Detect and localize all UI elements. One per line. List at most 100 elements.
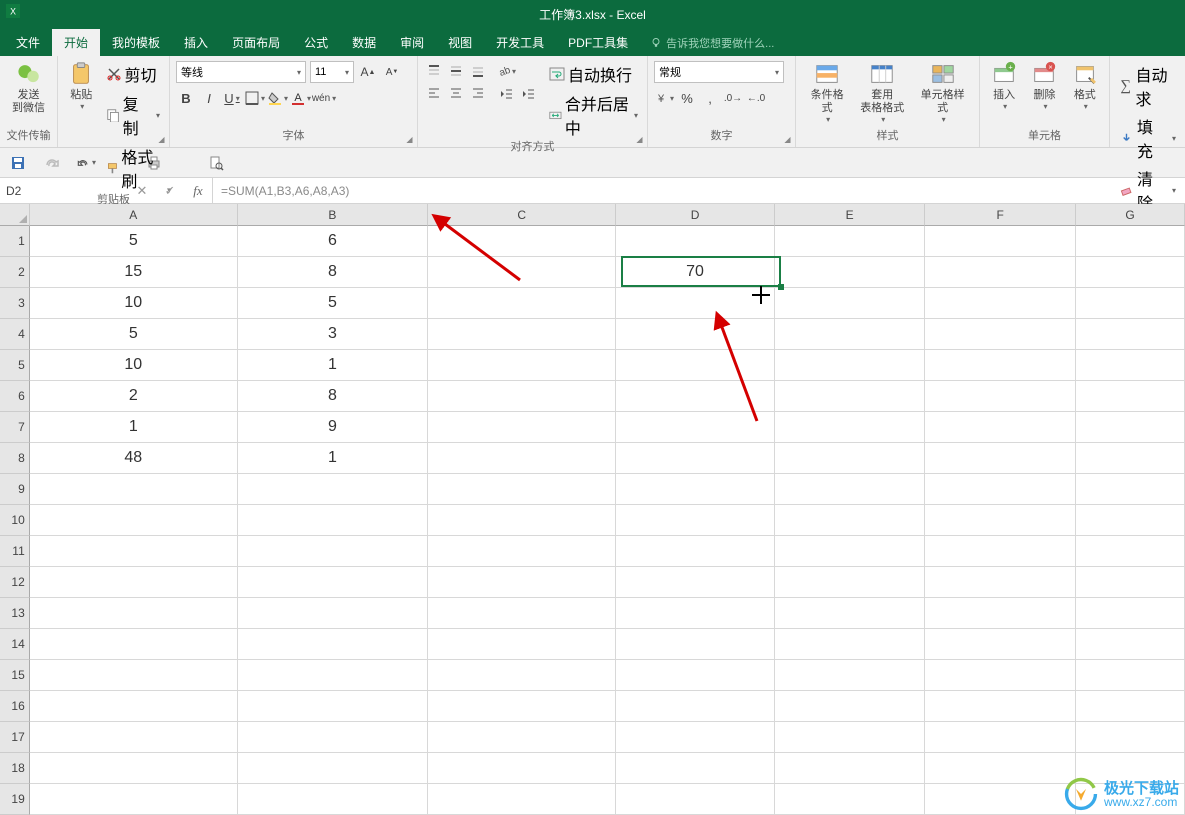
cell-A19[interactable] [30,784,238,815]
cell-G11[interactable] [1076,536,1185,567]
cell-E14[interactable] [775,629,926,660]
font-color-button[interactable]: A [291,88,311,108]
cell-E8[interactable] [775,443,926,474]
cell-A3[interactable]: 10 [30,288,238,319]
cell-B11[interactable] [238,536,428,567]
row-header-16[interactable]: 16 [0,691,30,722]
bold-button[interactable]: B [176,88,196,108]
cell-F14[interactable] [925,629,1076,660]
cell-C7[interactable] [428,412,616,443]
tab-insert[interactable]: 插入 [172,29,220,56]
tab-file[interactable]: 文件 [4,29,52,56]
cell-B16[interactable] [238,691,428,722]
cell-D16[interactable] [616,691,775,722]
cell-E4[interactable] [775,319,926,350]
row-header-11[interactable]: 11 [0,536,30,567]
cell-D2[interactable]: 70 [616,257,775,288]
cell-D11[interactable] [616,536,775,567]
cell-F3[interactable] [925,288,1076,319]
cell-F18[interactable] [925,753,1076,784]
cell-E11[interactable] [775,536,926,567]
tab-view[interactable]: 视图 [436,29,484,56]
tab-pdf[interactable]: PDF工具集 [556,29,640,56]
cell-F11[interactable] [925,536,1076,567]
tab-mytemplate[interactable]: 我的模板 [100,29,172,56]
cell-D13[interactable] [616,598,775,629]
row-header-10[interactable]: 10 [0,505,30,536]
cell-C17[interactable] [428,722,616,753]
cell-E17[interactable] [775,722,926,753]
cell-E18[interactable] [775,753,926,784]
row-header-2[interactable]: 2 [0,257,30,288]
row-header-18[interactable]: 18 [0,753,30,784]
percent-button[interactable]: % [677,88,697,108]
cell-E2[interactable] [775,257,926,288]
cell-D17[interactable] [616,722,775,753]
row-header-5[interactable]: 5 [0,350,30,381]
increase-decimal-button[interactable]: .0→ [723,88,743,108]
cell-G14[interactable] [1076,629,1185,660]
cell-style-button[interactable]: 单元格样式 [912,59,973,127]
cell-C8[interactable] [428,443,616,474]
cell-C12[interactable] [428,567,616,598]
alignment-launcher[interactable]: ◢ [634,134,645,145]
fx-icon[interactable]: fx [184,183,212,199]
cell-A2[interactable]: 15 [30,257,238,288]
merge-center-button[interactable]: 合并后居中 [546,90,641,140]
delete-cell-button[interactable]: × 删除 [1027,59,1061,114]
cell-E9[interactable] [775,474,926,505]
cell-B8[interactable]: 1 [238,443,428,474]
row-header-6[interactable]: 6 [0,381,30,412]
cell-F19[interactable] [925,784,1076,815]
cell-F16[interactable] [925,691,1076,722]
format-painter-button[interactable]: 格式刷 [103,143,163,193]
cell-G15[interactable] [1076,660,1185,691]
cell-A14[interactable] [30,629,238,660]
row-header-9[interactable]: 9 [0,474,30,505]
format-cell-button[interactable]: 格式 [1068,59,1102,114]
select-all-corner[interactable] [0,204,30,226]
copy-button[interactable]: 复制 [103,90,163,140]
cell-F1[interactable] [925,226,1076,257]
cell-A16[interactable] [30,691,238,722]
row-header-13[interactable]: 13 [0,598,30,629]
cell-B1[interactable]: 6 [238,226,428,257]
tab-pagelayout[interactable]: 页面布局 [220,29,292,56]
conditional-format-button[interactable]: 条件格式 [802,59,852,127]
row-header-7[interactable]: 7 [0,412,30,443]
cell-E3[interactable] [775,288,926,319]
increase-font-button[interactable]: A▲ [358,62,378,82]
increase-indent-button[interactable] [518,84,538,104]
cell-D9[interactable] [616,474,775,505]
cell-D7[interactable] [616,412,775,443]
align-top-button[interactable] [424,61,444,81]
cell-C16[interactable] [428,691,616,722]
align-right-button[interactable] [468,83,488,103]
col-header-C[interactable]: C [428,204,616,226]
font-launcher[interactable]: ◢ [404,134,415,145]
wrap-text-button[interactable]: 自动换行 [546,61,641,87]
cell-E12[interactable] [775,567,926,598]
cell-A12[interactable] [30,567,238,598]
italic-button[interactable]: I [199,88,219,108]
row-header-4[interactable]: 4 [0,319,30,350]
cell-G6[interactable] [1076,381,1185,412]
cell-D15[interactable] [616,660,775,691]
insert-cell-button[interactable]: + 插入 [987,59,1021,114]
cell-G3[interactable] [1076,288,1185,319]
cell-A7[interactable]: 1 [30,412,238,443]
cell-C4[interactable] [428,319,616,350]
cell-E1[interactable] [775,226,926,257]
autosum-button[interactable]: ∑ 自动求 [1116,61,1179,111]
cell-E6[interactable] [775,381,926,412]
row-header-8[interactable]: 8 [0,443,30,474]
cell-A9[interactable] [30,474,238,505]
worksheet-grid[interactable]: ABCDEFG156215870310545351016287198481910… [0,204,1185,815]
cell-G16[interactable] [1076,691,1185,722]
table-style-button[interactable]: 套用 表格格式 [856,59,908,127]
cell-A6[interactable]: 2 [30,381,238,412]
currency-button[interactable]: ¥ [654,88,674,108]
border-button[interactable] [245,88,265,108]
cell-F7[interactable] [925,412,1076,443]
align-bottom-button[interactable] [468,61,488,81]
